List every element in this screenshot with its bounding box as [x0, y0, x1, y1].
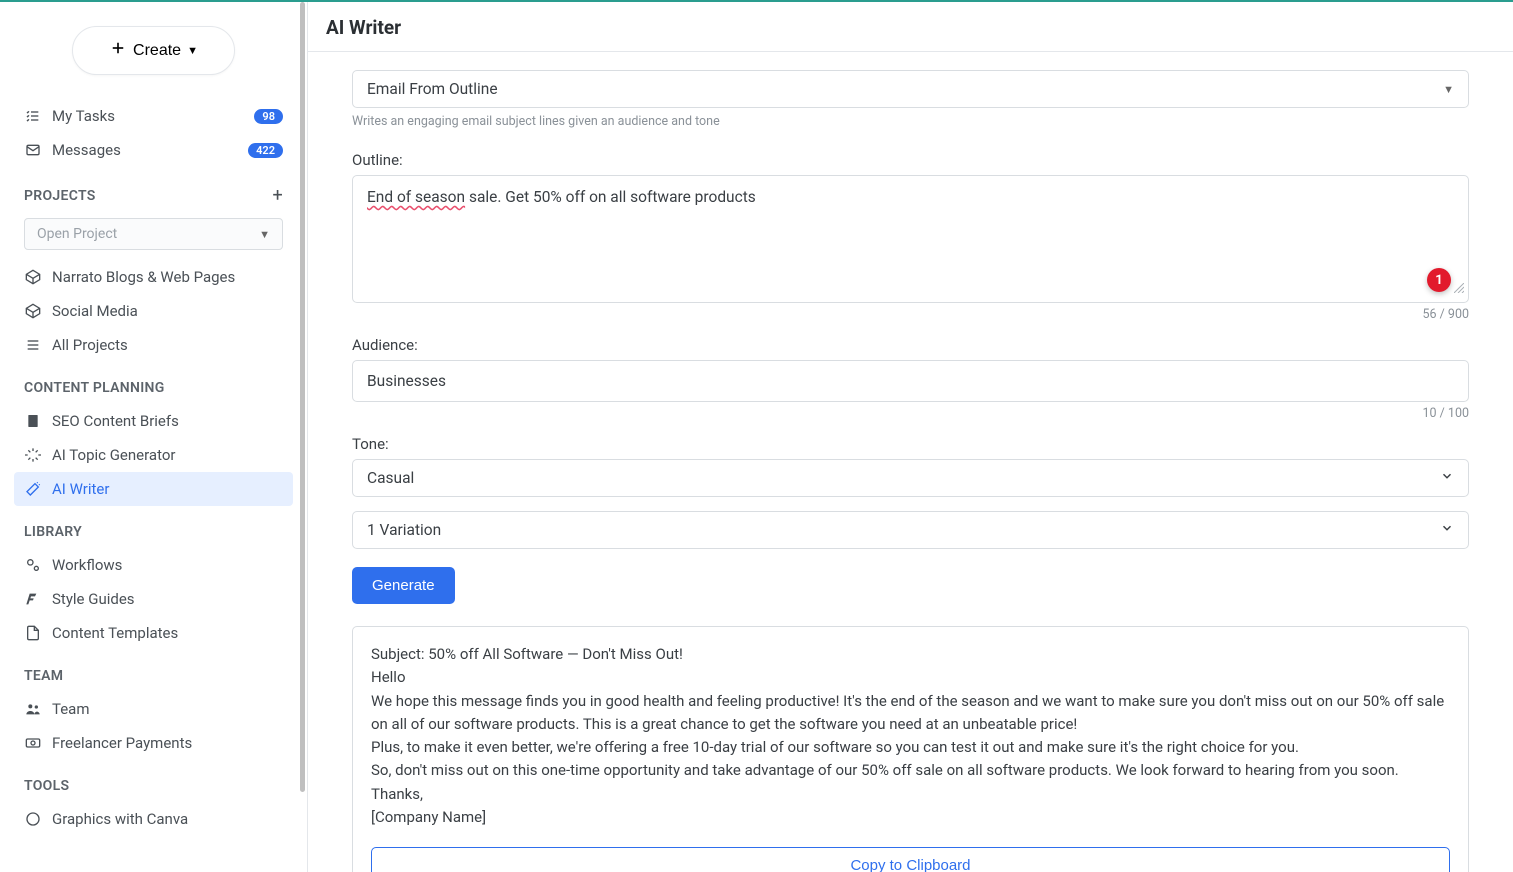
sidebar-item-content-templates[interactable]: Content Templates — [14, 616, 293, 650]
main-panel: AI Writer Email From Outline ▼ Writes an… — [308, 2, 1513, 872]
users-icon — [24, 701, 42, 717]
notification-badge[interactable]: 1 — [1427, 268, 1451, 292]
template-select-value: Email From Outline — [367, 80, 498, 98]
font-icon — [24, 591, 42, 607]
nav-my-tasks[interactable]: My Tasks 98 — [14, 99, 293, 133]
nav-label: Style Guides — [52, 590, 283, 608]
section-title: TEAM — [24, 668, 63, 684]
resize-handle-icon[interactable] — [1454, 277, 1464, 300]
outline-label: Outline: — [352, 151, 1469, 169]
open-project-placeholder: Open Project — [37, 226, 117, 242]
tone-select-value: Casual — [367, 469, 414, 487]
section-title: TOOLS — [24, 778, 69, 794]
cube-icon — [24, 269, 42, 285]
badge-count: 422 — [248, 143, 283, 158]
document-icon — [24, 413, 42, 429]
section-title: PROJECTS — [24, 188, 96, 204]
section-projects: PROJECTS + — [14, 167, 293, 214]
sidebar-item-canva[interactable]: Graphics with Canva — [14, 802, 293, 836]
sidebar-item-topic-generator[interactable]: AI Topic Generator — [14, 438, 293, 472]
output-box: Subject: 50% off All Software — Don't Mi… — [352, 626, 1469, 872]
money-icon — [24, 735, 42, 751]
nav-label: Social Media — [52, 302, 283, 320]
output-text: Subject: 50% off All Software — Don't Mi… — [371, 643, 1450, 829]
section-content-planning: CONTENT PLANNING — [14, 362, 293, 404]
tone-select[interactable]: Casual — [352, 459, 1469, 497]
nav-label: Content Templates — [52, 624, 283, 642]
nav-label: All Projects — [52, 336, 283, 354]
nav-label: Team — [52, 700, 283, 718]
section-tools: TOOLS — [14, 760, 293, 802]
add-project-icon[interactable]: + — [272, 185, 283, 206]
sidebar-item-seo-briefs[interactable]: SEO Content Briefs — [14, 404, 293, 438]
sidebar-item-social-media[interactable]: Social Media — [14, 294, 293, 328]
nav-label: AI Writer — [52, 480, 283, 498]
sidebar-item-style-guides[interactable]: Style Guides — [14, 582, 293, 616]
section-title: CONTENT PLANNING — [24, 380, 165, 396]
sidebar-item-narrato-blogs[interactable]: Narrato Blogs & Web Pages — [14, 260, 293, 294]
create-button[interactable]: Create ▼ — [72, 26, 235, 75]
sidebar-item-workflows[interactable]: Workflows — [14, 548, 293, 582]
variation-select-value: 1 Variation — [367, 521, 441, 539]
outline-rest-text: sale. Get 50% off on all software produc… — [465, 188, 756, 206]
sidebar-item-freelancer-payments[interactable]: Freelancer Payments — [14, 726, 293, 760]
nav-label: AI Topic Generator — [52, 446, 283, 464]
section-team: TEAM — [14, 650, 293, 692]
copy-to-clipboard-button[interactable]: Copy to Clipboard — [371, 847, 1450, 872]
list-icon — [24, 337, 42, 353]
nav-label: Messages — [52, 141, 238, 159]
badge-count: 98 — [254, 109, 283, 124]
nav-messages[interactable]: Messages 422 — [14, 133, 293, 167]
sidebar-item-all-projects[interactable]: All Projects — [14, 328, 293, 362]
nav-label: Graphics with Canva — [52, 810, 283, 828]
sidebar: Create ▼ My Tasks 98 Messages 422 PROJEC… — [0, 2, 308, 872]
magic-wand-icon — [24, 481, 42, 497]
nav-label: Workflows — [52, 556, 283, 574]
page-title: AI Writer — [326, 16, 1495, 39]
sparkle-icon — [24, 447, 42, 463]
main-header: AI Writer — [308, 2, 1513, 52]
caret-down-icon: ▼ — [1443, 83, 1454, 96]
open-project-select[interactable]: Open Project ▼ — [24, 218, 283, 250]
outline-textarea[interactable]: End of season sale. Get 50% off on all s… — [352, 175, 1469, 303]
nav-label: Freelancer Payments — [52, 734, 283, 752]
nav-label: My Tasks — [52, 107, 244, 125]
sidebar-item-ai-writer[interactable]: AI Writer — [14, 472, 293, 506]
cube-icon — [24, 303, 42, 319]
content-area: Email From Outline ▼ Writes an engaging … — [308, 52, 1513, 872]
mail-icon — [24, 142, 42, 158]
create-label: Create — [133, 42, 181, 60]
template-help-text: Writes an engaging email subject lines g… — [352, 114, 1469, 129]
caret-down-icon: ▼ — [259, 228, 270, 241]
caret-down-icon: ▼ — [187, 45, 198, 57]
variation-select[interactable]: 1 Variation — [352, 511, 1469, 549]
plus-icon — [109, 39, 127, 62]
section-title: LIBRARY — [24, 524, 82, 540]
sidebar-item-team[interactable]: Team — [14, 692, 293, 726]
audience-label: Audience: — [352, 336, 1469, 354]
canva-icon — [24, 811, 42, 827]
list-check-icon — [24, 108, 42, 124]
generate-button[interactable]: Generate — [352, 567, 455, 604]
nav-label: Narrato Blogs & Web Pages — [52, 268, 283, 286]
tone-label: Tone: — [352, 435, 1469, 453]
nav-label: SEO Content Briefs — [52, 412, 283, 430]
gears-icon — [24, 557, 42, 573]
sidebar-scrollbar[interactable] — [300, 2, 305, 872]
audience-input[interactable] — [352, 360, 1469, 402]
template-select[interactable]: Email From Outline ▼ — [352, 70, 1469, 108]
file-icon — [24, 625, 42, 641]
outline-error-text: End of season — [367, 188, 465, 206]
audience-char-count: 10 / 100 — [352, 406, 1469, 421]
chevron-down-icon — [1440, 521, 1454, 539]
section-library: LIBRARY — [14, 506, 293, 548]
chevron-down-icon — [1440, 469, 1454, 487]
notification-count: 1 — [1435, 273, 1442, 288]
outline-char-count: 56 / 900 — [352, 307, 1469, 322]
